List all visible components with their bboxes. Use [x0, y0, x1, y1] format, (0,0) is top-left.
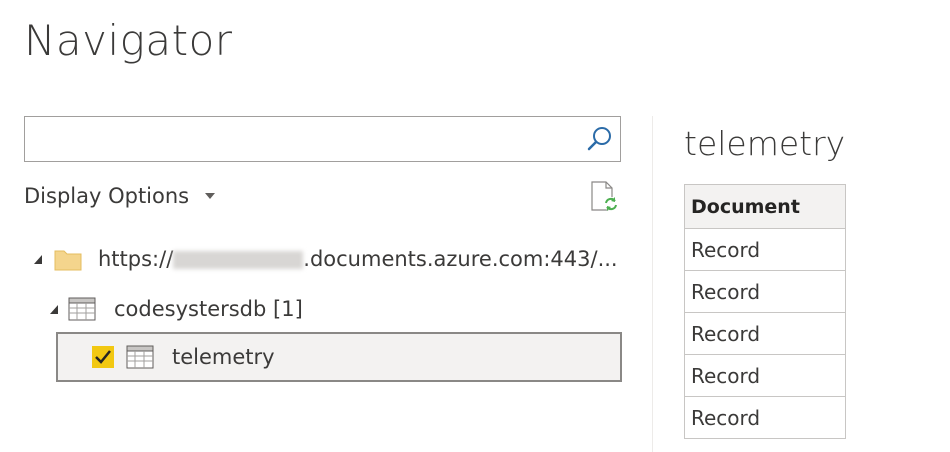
table-row: Record [684, 312, 846, 355]
table-header-row: Document [684, 184, 846, 229]
expand-triangle-icon[interactable] [34, 254, 42, 264]
folder-icon [54, 250, 82, 271]
table-cell[interactable]: Record [684, 354, 846, 397]
table-cell[interactable]: Record [684, 228, 846, 271]
table-icon [126, 345, 154, 369]
search-box[interactable] [24, 116, 621, 162]
redacted-host [173, 251, 304, 269]
chevron-down-icon [205, 193, 216, 199]
table-checkbox[interactable] [92, 346, 114, 368]
table-icon [68, 297, 96, 321]
table-cell[interactable]: Record [684, 312, 846, 355]
panel-divider [652, 116, 653, 452]
source-url: https://.documents.azure.com:443/... [98, 247, 618, 271]
tree-item-source[interactable]: https://.documents.azure.com:443/... [34, 242, 618, 276]
preview-title: telemetry [684, 124, 846, 163]
table-row: Record [684, 396, 846, 439]
table-row: Record [684, 270, 846, 313]
tree-item-database[interactable]: codesystersdb [1] [50, 292, 303, 326]
table-row: Record [684, 354, 846, 397]
preview-table: Document Record Record Record Record Rec… [684, 184, 846, 439]
column-header[interactable]: Document [684, 184, 846, 229]
table-label: telemetry [172, 345, 275, 369]
search-input[interactable] [25, 117, 585, 159]
tree-item-table[interactable]: telemetry [56, 332, 622, 382]
table-cell[interactable]: Record [684, 270, 846, 313]
expand-triangle-icon[interactable] [50, 304, 58, 314]
table-cell[interactable]: Record [684, 396, 846, 439]
database-label: codesystersdb [1] [114, 297, 303, 321]
table-row: Record [684, 228, 846, 271]
display-options-dropdown[interactable]: Display Options [24, 184, 216, 208]
page-title: Navigator [24, 16, 233, 65]
refresh-document-icon[interactable] [588, 180, 622, 214]
checkmark-icon [95, 350, 111, 364]
search-icon[interactable] [586, 125, 614, 153]
display-options-label: Display Options [24, 184, 190, 208]
